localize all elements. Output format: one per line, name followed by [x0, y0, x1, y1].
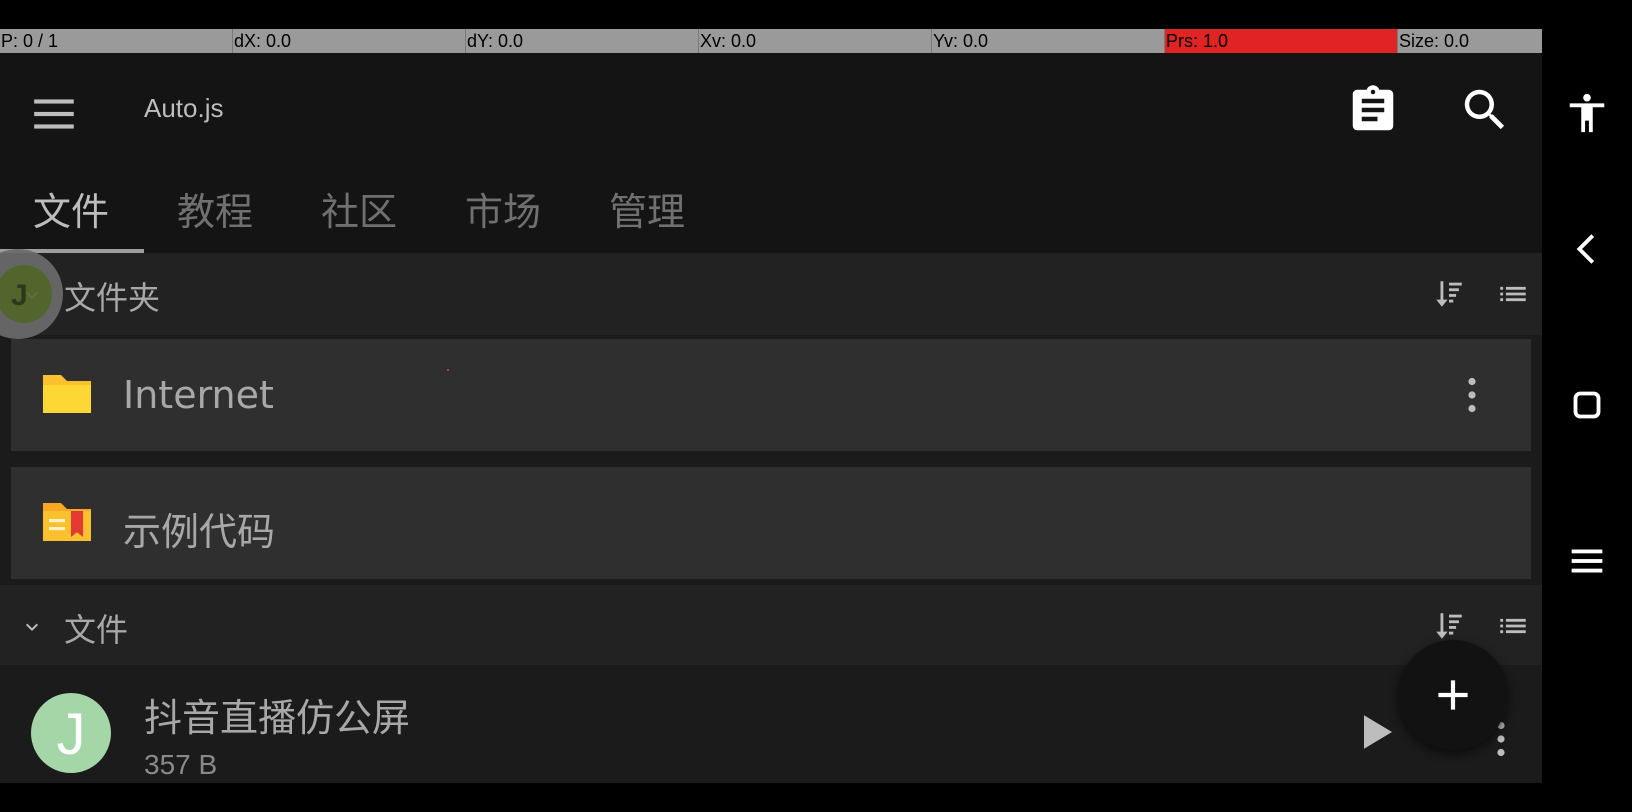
pointer-count: P: 0 / 1 [0, 29, 233, 53]
pointer-location-overlay: P: 0 / 1 dX: 0.0 dY: 0.0 Xv: 0.0 Yv: 0.0… [0, 29, 1542, 53]
pointer-dx: dX: 0.0 [233, 29, 466, 53]
autojs-app: Auto.js 文件 教程 社区 市场 管理 文件夹 Internet 示例代码… [0, 53, 1542, 783]
chevron-down-icon [26, 623, 38, 631]
app-toolbar: Auto.js 文件 教程 社区 市场 管理 [0, 53, 1542, 253]
pointer-dy: dY: 0.0 [466, 29, 699, 53]
menu-icon [34, 99, 74, 129]
search-button[interactable] [1458, 83, 1512, 137]
plus-icon [1438, 680, 1468, 710]
back-icon[interactable] [1564, 226, 1610, 272]
search-icon [1464, 89, 1505, 130]
tab-market[interactable]: 市场 [465, 181, 541, 236]
list-view-icon[interactable] [1496, 277, 1530, 311]
files-section-label: 文件 [64, 611, 129, 649]
touch-point-dot [447, 369, 449, 371]
recents-menu-icon[interactable] [1564, 538, 1610, 584]
folder-name: Internet [123, 373, 274, 417]
file-name: 抖音直播仿公屏 [144, 696, 411, 740]
files-section-header[interactable]: 文件 [0, 585, 1542, 667]
folder-item[interactable]: Internet [11, 339, 1531, 451]
folder-name: 示例代码 [123, 510, 276, 554]
list-view-icon[interactable] [1496, 609, 1530, 643]
tab-manage[interactable]: 管理 [609, 181, 685, 236]
accessibility-icon[interactable] [1564, 90, 1610, 136]
folder-item[interactable]: 示例代码 [11, 467, 1531, 579]
file-size: 357 B [144, 749, 218, 780]
sort-icon[interactable] [1432, 277, 1466, 311]
clipboard-icon [1352, 85, 1394, 131]
file-item[interactable]: J 抖音直播仿公屏 357 B [0, 665, 1542, 783]
bottom-strip [0, 783, 1542, 812]
sort-icon[interactable] [1432, 609, 1466, 643]
play-icon[interactable] [1364, 715, 1392, 749]
home-icon[interactable] [1564, 382, 1610, 428]
tab-tutorial[interactable]: 教程 [177, 181, 253, 236]
tab-files[interactable]: 文件 [33, 181, 109, 236]
folders-section-header[interactable]: 文件夹 [0, 253, 1542, 335]
pointer-pressure: Prs: 1.0 [1165, 29, 1398, 53]
more-vert-icon[interactable] [1465, 377, 1479, 413]
top-strip [0, 0, 1632, 29]
folder-icon [43, 375, 91, 413]
sample-folder-icon [43, 503, 91, 541]
floating-button-glyph: J [11, 279, 28, 312]
file-avatar: J [31, 693, 111, 773]
pointer-size: Size: 0.0 [1398, 29, 1542, 53]
folders-section-label: 文件夹 [64, 279, 161, 317]
menu-button[interactable] [30, 89, 80, 139]
clipboard-button[interactable] [1346, 83, 1400, 137]
pointer-yv: Yv: 0.0 [932, 29, 1165, 53]
system-navigation-bar [1542, 0, 1632, 812]
pointer-xv: Xv: 0.0 [699, 29, 932, 53]
app-title: Auto.js [144, 93, 224, 123]
tab-community[interactable]: 社区 [321, 181, 397, 236]
add-fab-button[interactable] [1398, 640, 1508, 750]
